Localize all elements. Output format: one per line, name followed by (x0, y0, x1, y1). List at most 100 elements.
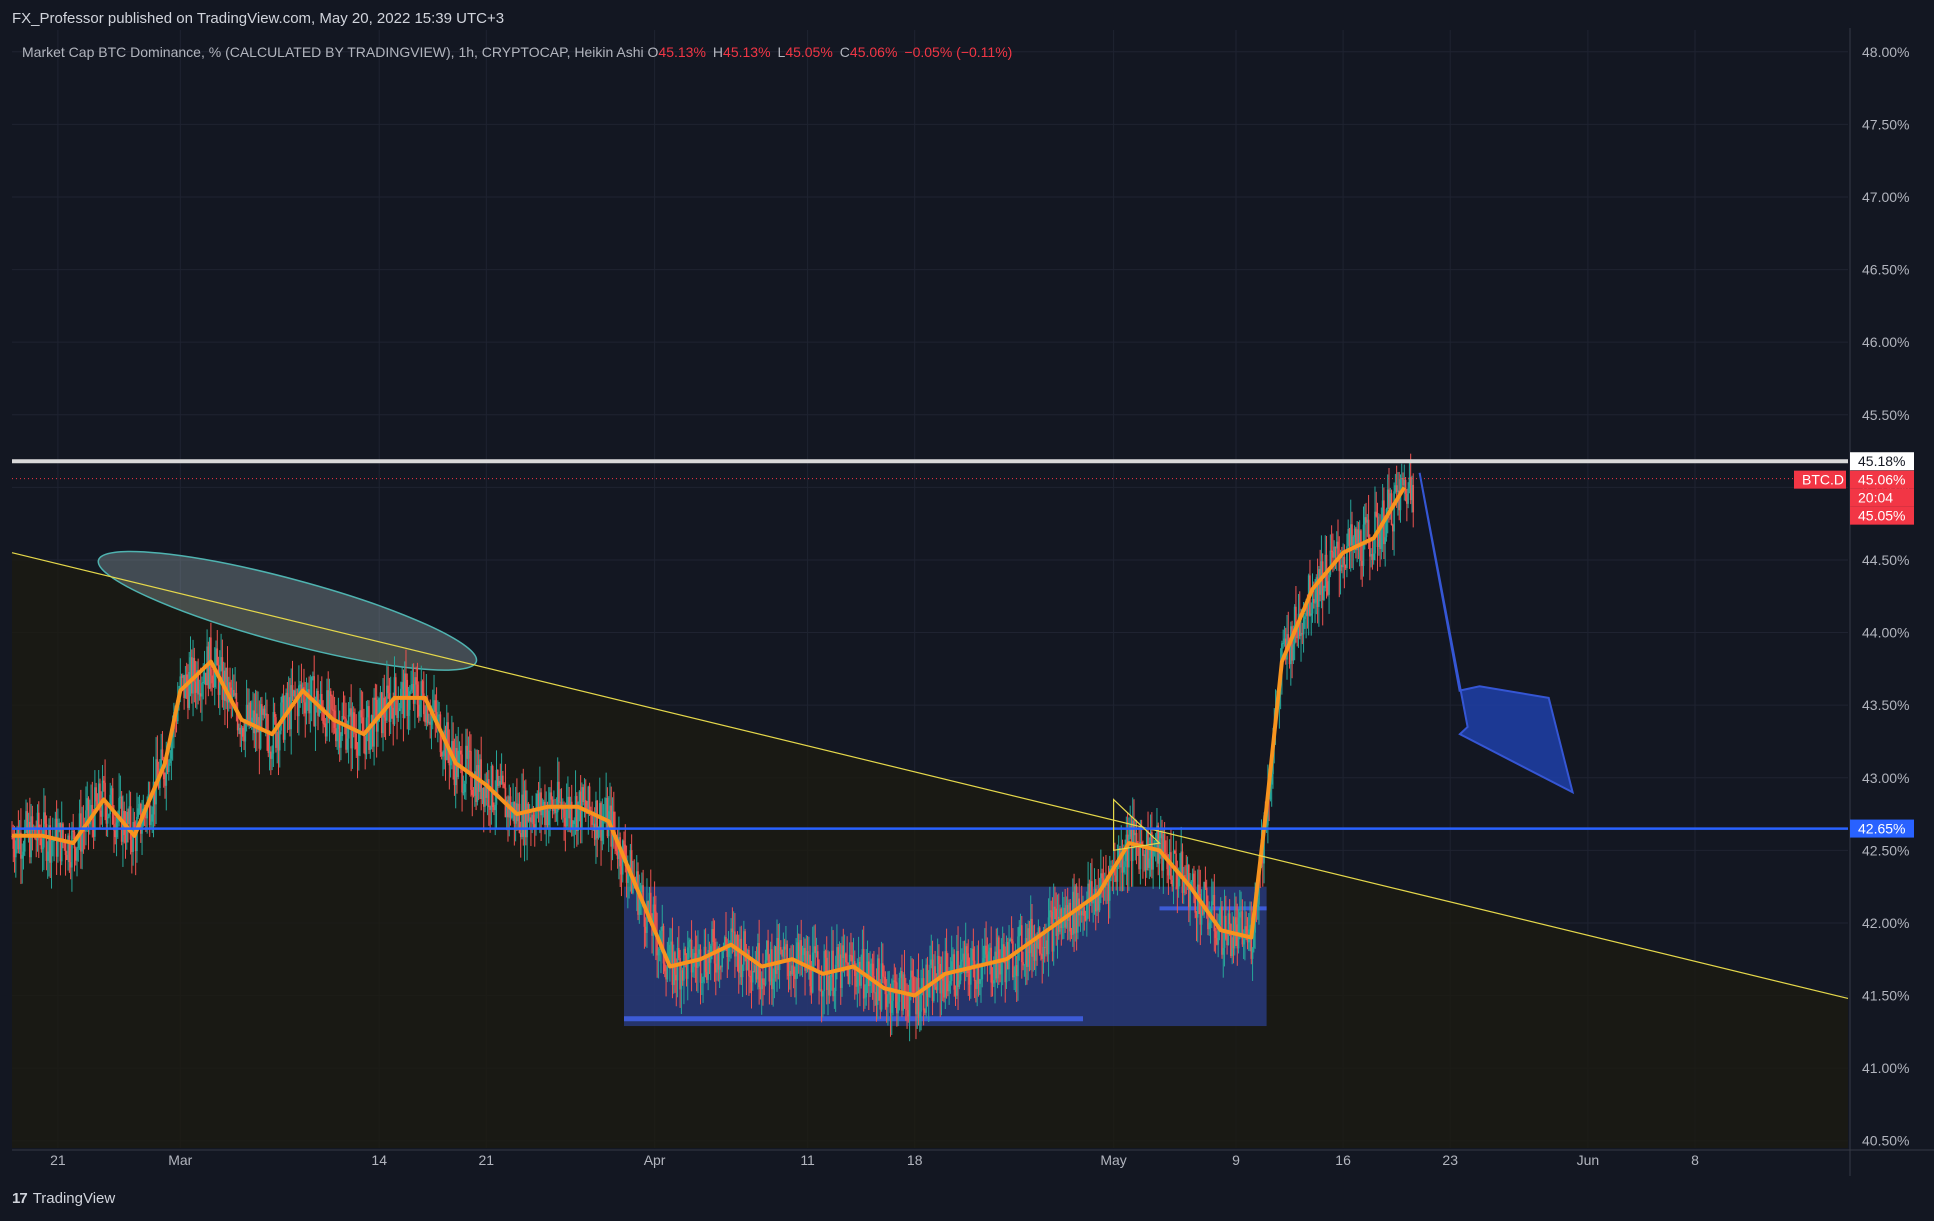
candle-body (244, 720, 247, 742)
candle-body (502, 775, 504, 784)
candle-body (1012, 941, 1014, 978)
x-tick-label: Apr (644, 1152, 666, 1168)
candle-body (23, 827, 26, 852)
candle-body (64, 841, 67, 855)
candle-body (108, 814, 110, 817)
legend-open-label: O (647, 44, 659, 60)
candle-body (829, 977, 832, 996)
candle-body (980, 979, 982, 981)
candle-body (601, 819, 604, 841)
candle-body (1225, 915, 1227, 939)
candle-body (1239, 912, 1241, 918)
candle-body (809, 954, 811, 987)
candle-body (410, 689, 412, 692)
candle-body (365, 717, 368, 755)
x-tick-label: 9 (1232, 1152, 1240, 1168)
candle-body (1367, 519, 1370, 539)
candle-body (332, 709, 335, 711)
candle-body (467, 750, 470, 759)
candle-body (1042, 946, 1045, 959)
chart-canvas[interactable]: 21 Mar 14 21 Apr 11 18 May 9 16 23 Jun 8 48.00% 47.50… (0, 0, 1934, 1221)
x-tick-label: Mar (168, 1152, 192, 1168)
candle-body (1217, 930, 1219, 945)
candle-body (202, 682, 205, 684)
candle-body (403, 673, 406, 718)
candle-body (278, 730, 281, 751)
candle-body (658, 948, 661, 950)
y-tick-label: 48.00% (1862, 44, 1909, 60)
x-axis-ticks: 21 Mar 14 21 Apr 11 18 May 9 16 23 Jun 8 (50, 1152, 1699, 1168)
candle-body (1098, 893, 1101, 911)
candle-body (912, 977, 915, 993)
candle-body (550, 792, 553, 800)
candle-body (1013, 975, 1015, 978)
candle-body (1404, 480, 1407, 494)
candle-body (314, 704, 317, 727)
candle-body (1198, 884, 1200, 894)
candle-body (342, 715, 345, 718)
candle-body (1241, 911, 1244, 945)
candle-body (503, 783, 505, 788)
candle-body (95, 787, 97, 802)
candle-body (71, 830, 73, 868)
candle-body (21, 855, 23, 859)
candle-body (664, 963, 666, 972)
candle-body (463, 783, 466, 793)
candle-body (462, 792, 465, 794)
candle-body (532, 814, 535, 825)
candle-body (22, 851, 25, 856)
candle-body (188, 671, 191, 708)
candle-body (1054, 906, 1056, 909)
y-tick-label: 42.50% (1862, 842, 1909, 858)
y-tick-label: 41.50% (1862, 988, 1909, 1004)
candle-body (41, 847, 44, 850)
candle-body (1323, 587, 1325, 600)
candle-body (985, 945, 987, 955)
candle-body (684, 948, 686, 956)
candle-body (845, 953, 847, 963)
y-tick-label: 45.50% (1862, 407, 1909, 423)
candle-body (992, 980, 995, 984)
y-tick-label: 47.50% (1862, 116, 1909, 132)
candle-body (786, 944, 788, 961)
candle-body (1163, 834, 1166, 853)
candle-body (77, 838, 80, 848)
candle-body (111, 788, 114, 825)
candle-body (1123, 866, 1125, 873)
candle-body (1052, 906, 1055, 952)
y-tick-label: 44.00% (1862, 625, 1909, 641)
candle-body (229, 682, 231, 688)
candle-body (405, 673, 407, 680)
resistance-price-tag: 45.18% (1858, 453, 1905, 469)
candle-body (419, 698, 421, 717)
candle-body (949, 980, 952, 984)
candle-body (346, 738, 349, 750)
candle-body (973, 960, 976, 982)
candle-body (358, 732, 360, 756)
candle-body (398, 708, 401, 711)
candle-body (700, 981, 703, 983)
candle-body (1038, 927, 1041, 954)
candle-body (1330, 550, 1333, 553)
candle-body (688, 941, 690, 948)
candle-body (1235, 917, 1237, 925)
candle-body (434, 700, 437, 713)
candle-body (491, 766, 494, 808)
candle-body (699, 949, 702, 983)
candle-body (998, 937, 1000, 961)
footer-brand: TradingView (32, 1190, 116, 1207)
y-tick-label: 44.50% (1862, 552, 1909, 568)
candle-body (653, 904, 656, 912)
candle-body (440, 752, 443, 757)
candle-body (990, 947, 992, 983)
candle-body (958, 980, 961, 987)
y-tick-label: 47.00% (1862, 189, 1909, 205)
candle-body (817, 951, 819, 971)
candle-body (76, 847, 78, 861)
candle-body (945, 951, 948, 974)
candle-body (1251, 947, 1254, 959)
candle-body (833, 990, 836, 997)
candle-body (1375, 511, 1378, 517)
candle-body (387, 685, 389, 694)
x-tick-label: 16 (1335, 1152, 1351, 1168)
